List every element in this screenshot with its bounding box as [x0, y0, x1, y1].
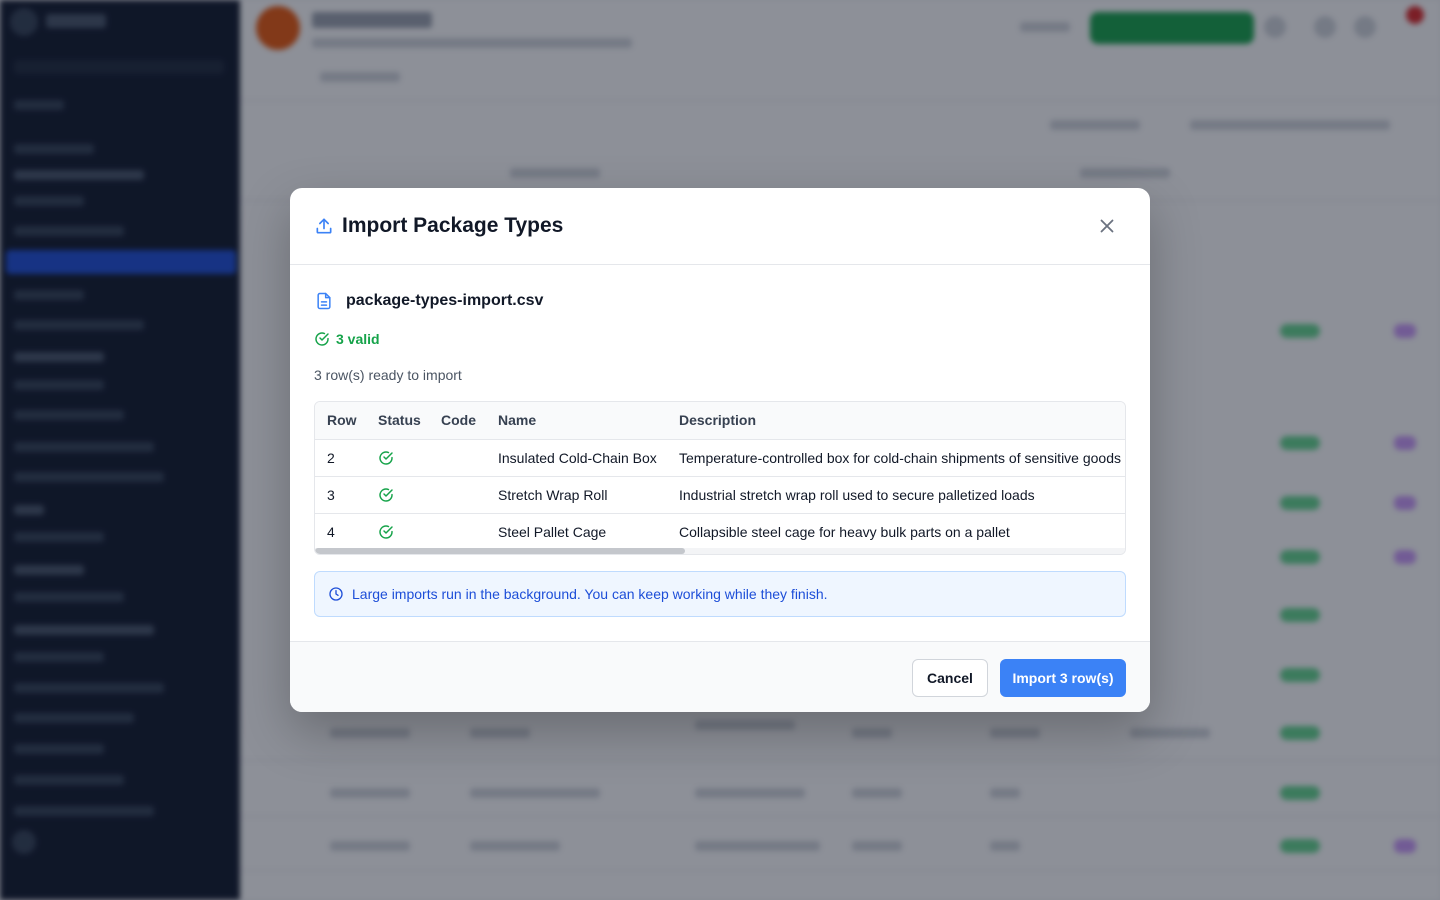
ready-summary: 3 row(s) ready to import [314, 367, 462, 383]
row-code [429, 476, 486, 514]
column-header-name: Name [486, 402, 667, 440]
row-code [429, 513, 486, 550]
row-name: Steel Pallet Cage [498, 523, 607, 540]
row-status [366, 513, 429, 550]
info-text: Large imports run in the background. You… [352, 586, 828, 602]
check-circle-icon [315, 332, 329, 346]
row-number: 4 [327, 523, 335, 540]
row-number: 2 [315, 439, 366, 477]
column-header-code: Code [429, 402, 486, 440]
table-row: 3 Stretch Wrap Roll Industrial stretch w… [315, 476, 1125, 514]
row-code [429, 439, 486, 477]
cancel-button[interactable]: Cancel [912, 659, 988, 697]
row-description: Collapsible steel cage for heavy bulk pa… [679, 523, 1010, 540]
table-row: 2 Insulated Cold-Chain Box Temperature-c… [315, 439, 1125, 477]
column-header-row: Row [315, 402, 366, 440]
check-circle-icon [379, 525, 393, 539]
dialog-header: Import Package Types [290, 188, 1150, 265]
row-name: Stretch Wrap Roll [486, 476, 667, 514]
preview-table-grid: Row Status Code Name Description 2 Insul… [315, 402, 1125, 550]
file-text-icon [317, 292, 331, 310]
clock-icon [329, 587, 343, 601]
check-circle-icon [379, 487, 393, 502]
preview-table: Row Status Code Name Description 2 Insul… [314, 401, 1126, 555]
column-header-status: Status [366, 402, 429, 440]
file-name: package-types-import.csv [346, 292, 544, 309]
row-status [366, 476, 429, 514]
import-dialog: Import Package Types package-types-impor… [290, 188, 1150, 712]
dialog-footer: Cancel Import 3 row(s) [290, 641, 1150, 712]
column-header-description: Description [667, 402, 1125, 440]
dialog-title: Import Package Types [342, 214, 564, 237]
row-status [366, 439, 429, 477]
close-icon[interactable] [1096, 215, 1118, 237]
import-button[interactable]: Import 3 row(s) [1000, 659, 1126, 697]
table-header-row: Row Status Code Name Description [315, 402, 1125, 440]
horizontal-scrollbar-thumb[interactable] [315, 548, 685, 554]
row-name: Insulated Cold-Chain Box [486, 439, 667, 477]
valid-count: 3 valid [336, 331, 380, 347]
info-banner: Large imports run in the background. You… [314, 571, 1126, 617]
row-description: Industrial stretch wrap roll used to sec… [667, 476, 1125, 514]
table-row: 4 Steel Pallet Cage Collapsible steel ca… [315, 513, 1125, 550]
check-circle-icon [379, 450, 393, 465]
row-number: 3 [315, 476, 366, 514]
horizontal-scrollbar-track[interactable] [315, 548, 1125, 554]
upload-icon [316, 218, 332, 234]
row-description: Temperature-controlled box for cold-chai… [667, 439, 1125, 477]
